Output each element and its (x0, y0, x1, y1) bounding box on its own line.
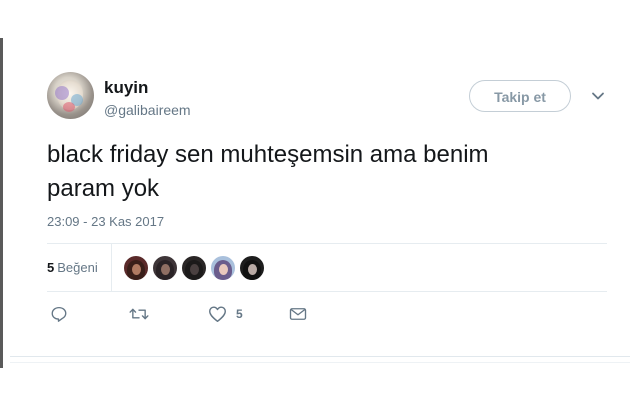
liker-avatar-face (190, 264, 199, 275)
bottom-divider (10, 356, 630, 357)
retweet-icon (129, 308, 149, 320)
stats-divider (111, 244, 112, 291)
like-count: 5 (236, 307, 243, 321)
direct-message-button[interactable] (289, 304, 307, 324)
tweet-screenshot: kuyin @galibaireem Takip et black friday… (0, 0, 640, 410)
likes-label: Beğeni (57, 260, 98, 275)
likes-stat[interactable]: 5 Beğeni (47, 260, 98, 275)
tweet-timestamp[interactable]: 23:09 - 23 Kas 2017 (47, 214, 164, 229)
tweet-text: black friday sen muhteşemsin ama benim p… (47, 141, 489, 202)
tweet-actions: 5 (47, 300, 607, 330)
envelope-icon (289, 308, 307, 320)
chevron-down-icon[interactable] (590, 88, 606, 104)
liker-avatar-face (161, 264, 170, 275)
tweet-stats: 5 Beğeni (47, 244, 607, 291)
bottom-divider (10, 362, 630, 363)
heart-icon (209, 306, 226, 322)
liker-avatar[interactable] (152, 255, 178, 281)
retweet-button[interactable] (129, 304, 149, 324)
follow-button[interactable]: Takip et (469, 80, 571, 112)
left-edge-strip (0, 38, 3, 368)
avatar-tint (55, 86, 69, 100)
liker-avatar[interactable] (181, 255, 207, 281)
liker-avatar[interactable] (123, 255, 149, 281)
liker-avatar-face (132, 264, 141, 275)
reply-icon (51, 306, 67, 322)
liker-avatar-face (248, 264, 257, 275)
divider (47, 291, 607, 292)
like-button[interactable]: 5 (208, 304, 243, 324)
display-name[interactable]: kuyin (104, 78, 148, 98)
avatar-tint (63, 102, 75, 112)
liker-avatar-face (219, 264, 228, 275)
avatar[interactable] (47, 72, 94, 119)
likes-count: 5 (47, 260, 55, 275)
reply-button[interactable] (50, 304, 68, 324)
liker-avatar[interactable] (210, 255, 236, 281)
tweet-header: kuyin @galibaireem Takip et (47, 72, 607, 124)
screen-name[interactable]: @galibaireem (104, 102, 191, 118)
liker-avatar[interactable] (239, 255, 265, 281)
